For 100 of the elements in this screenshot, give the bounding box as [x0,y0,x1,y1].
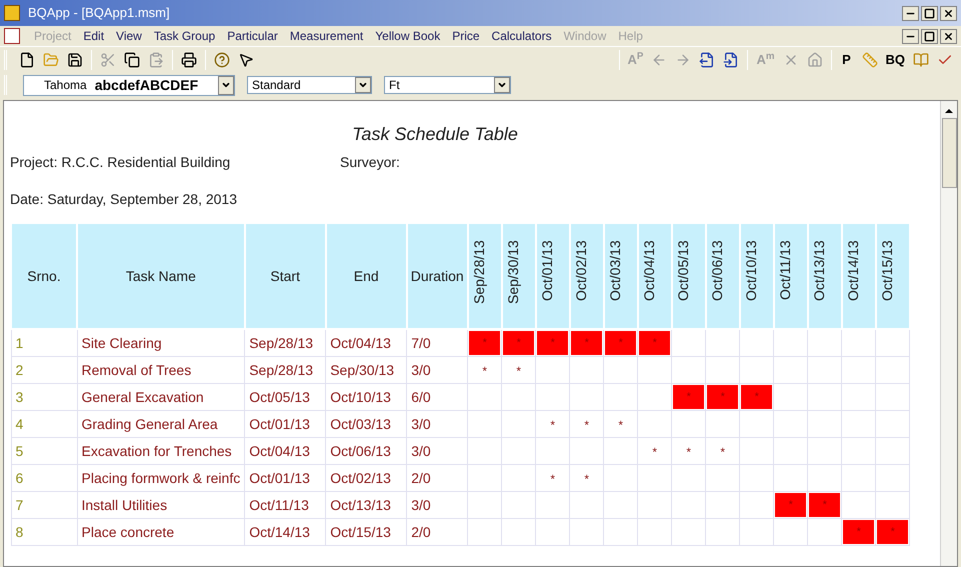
date-column-header: Oct/15/13 [876,223,910,329]
schedule-mark: * [550,472,556,486]
style-value: Standard [251,77,302,94]
table-cell: Oct/04/13 [244,438,326,464]
date-column-header: Oct/03/13 [604,223,638,329]
table-cell: Sep/30/13 [326,356,407,384]
table-cell: 4 [11,410,77,438]
close-icon[interactable] [940,6,957,20]
column-header: End [326,223,407,329]
unit-dropdown[interactable]: Ft [384,76,511,94]
menu-item[interactable]: Calculators [486,27,558,45]
schedule-bar: * [877,520,908,544]
table-cell: Oct/13/13 [326,492,407,518]
schedule-mark: * [720,444,726,458]
font-dropdown[interactable]: Tahoma abcdefABCDEF [23,74,235,96]
table-cell: Oct/05/13 [244,384,326,410]
table-cell: 1 [11,329,77,356]
table-cell: 6/0 [406,384,468,410]
schedule-mark: * [482,364,488,378]
table-cell: Place concrete [77,518,245,546]
maximize-icon[interactable] [921,28,938,44]
maximize-icon[interactable] [921,6,938,20]
table-cell: 6 [11,464,77,492]
date-column-header: Oct/11/13 [774,223,808,329]
table-cell: 2/0 [406,518,468,546]
app-icon [4,5,20,21]
table-cell: Oct/01/13 [244,410,326,438]
schedule-bar: * [537,331,568,355]
date-column-header: Oct/02/13 [570,223,604,329]
table-cell: Oct/15/13 [326,518,407,546]
minimize-icon[interactable] [902,28,919,44]
schedule-mark: * [686,444,692,458]
date-column-header: Oct/14/13 [842,223,876,329]
schedule-mark: * [584,472,590,486]
window-title: BQApp - [BQApp1.msm] [28,4,171,22]
menu-item[interactable]: Task Group [148,27,222,45]
table-cell: Placing formwork & reinfc [77,464,245,492]
document-icon [4,28,20,44]
schedule-bar: * [469,331,500,355]
schedule-bar: * [707,385,738,409]
schedule-bar: * [503,331,534,355]
schedule-bar: * [741,385,772,409]
column-header: Srno. [11,223,77,329]
table-cell: Oct/01/13 [244,464,326,492]
font-name: Tahoma [44,77,87,94]
menu-item[interactable]: Yellow Book [369,27,446,45]
date-column-header: Oct/04/13 [638,223,672,329]
table-cell: Oct/02/13 [326,464,407,492]
table-cell: Sep/28/13 [244,356,326,384]
table-cell: 3/0 [406,410,468,438]
menu-item[interactable]: Measurement [284,27,370,45]
schedule-bar: * [775,493,806,517]
table-cell: Site Clearing [77,329,245,356]
table-cell: Oct/03/13 [326,410,407,438]
schedule-bar: * [673,385,704,409]
report-title: Task Schedule Table [351,123,519,146]
table-cell: Oct/14/13 [244,518,326,546]
table-cell: Oct/06/13 [326,438,407,464]
table-cell: 7 [11,492,77,518]
table-cell: 2/0 [406,464,468,492]
menu-item[interactable]: Edit [77,27,110,45]
menu-item[interactable]: View [110,27,148,45]
table-cell: Removal of Trees [77,356,245,384]
table-cell: 3/0 [406,438,468,464]
schedule-bar: * [639,331,670,355]
table-cell: 7/0 [406,329,468,356]
vertical-scrollbar[interactable] [940,101,957,566]
schedule-mark: * [516,364,522,378]
close-icon[interactable] [940,28,957,44]
table-cell: General Excavation [77,384,245,410]
table-cell: Oct/11/13 [244,492,326,518]
toolbar-button[interactable]: P [836,48,858,72]
schedule-mark: * [652,444,658,458]
table-cell: 3/0 [406,492,468,518]
date-column-header: Oct/10/13 [740,223,774,329]
schedule-mark: * [584,418,590,432]
schedule-bar: * [605,331,636,355]
toolbar-button[interactable]: BQ [882,48,909,72]
table-cell: Excavation for Trenches [77,438,245,464]
scroll-thumb [942,118,956,188]
column-header: Task Name [77,223,245,329]
project-label: Project: R.C.C. Residential Building [10,153,232,172]
schedule-mark: * [550,418,556,432]
date-column-header: Sep/30/13 [502,223,536,329]
minimize-icon[interactable] [902,6,919,20]
column-header: Duration [406,223,468,329]
schedule-mark: * [618,418,624,432]
table-cell: Oct/10/13 [326,384,407,410]
schedule-bar: * [809,493,840,517]
table-cell: 3/0 [406,356,468,384]
date-column-header: Oct/13/13 [808,223,842,329]
table-cell: 5 [11,438,77,464]
schedule-bar: * [843,520,874,544]
schedule-bar: * [571,331,602,355]
menu-item[interactable]: Particular [221,27,284,45]
style-dropdown[interactable]: Standard [247,76,372,94]
surveyor-label: Surveyor: [340,153,400,172]
date-column-header: Oct/05/13 [672,223,706,329]
font-sample: abcdefABCDEF [94,76,200,94]
menu-item[interactable]: Price [446,27,486,45]
